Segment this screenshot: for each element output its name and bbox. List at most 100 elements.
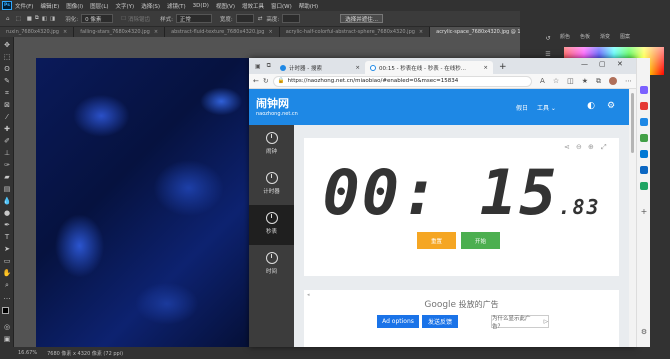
zoom-level[interactable]: 16.67% <box>18 350 37 356</box>
close-icon[interactable]: × <box>63 29 67 35</box>
marquee-tool-icon[interactable]: ⬚ <box>2 53 12 62</box>
menu-layer[interactable]: 图层(L) <box>90 2 108 10</box>
back-icon[interactable]: ← <box>253 77 259 85</box>
doc-tab[interactable]: abstract-fluid-texture_7680x4320.jpg × <box>165 27 280 37</box>
marquee-tool-icon[interactable]: ⬚ <box>16 16 21 22</box>
menu-file[interactable]: 文件(F) <box>15 2 33 10</box>
shopping-icon[interactable] <box>640 102 648 110</box>
hand-tool-icon[interactable]: ✋ <box>2 269 12 278</box>
sidebar-item-time[interactable]: 时间 <box>249 245 294 285</box>
close-icon[interactable]: × <box>355 65 360 71</box>
theme-toggle-icon[interactable]: ◐ <box>586 101 596 111</box>
lock-icon[interactable]: 🔒 <box>278 78 285 84</box>
tab-actions-icon[interactable]: ⧉ <box>267 62 271 70</box>
ad-options-button[interactable]: Ad options <box>377 315 419 328</box>
swap-icon[interactable]: ⇄ <box>258 16 263 22</box>
tab-swatches[interactable]: 色板 <box>580 33 590 40</box>
tab-patterns[interactable]: 图案 <box>620 33 630 40</box>
pen-tool-icon[interactable]: ✒ <box>2 221 12 230</box>
start-button[interactable]: 开始 <box>461 232 500 249</box>
close-icon[interactable]: × <box>268 29 272 35</box>
more-icon[interactable]: ⋯ <box>625 77 632 85</box>
doc-tab[interactable]: ruxin_7680x4320.jpg × <box>0 27 75 37</box>
menu-type[interactable]: 文字(Y) <box>116 2 135 10</box>
add-icon[interactable]: + <box>640 208 648 216</box>
tab-gradients[interactable]: 渐变 <box>600 33 610 40</box>
lasso-tool-icon[interactable]: ʘ <box>2 65 12 74</box>
close-icon[interactable]: × <box>419 29 423 35</box>
zoom-tool-icon[interactable]: ⌕ <box>2 281 12 290</box>
collections-icon[interactable]: ⧉ <box>596 77 601 86</box>
avatar[interactable] <box>609 77 617 85</box>
intersect-selection-icon[interactable]: ◨ <box>50 16 55 22</box>
close-window-icon[interactable]: ✕ <box>617 60 623 68</box>
type-tool-icon[interactable]: T <box>2 233 12 242</box>
subtract-selection-icon[interactable]: ◧ <box>42 16 47 22</box>
office-icon[interactable] <box>640 150 648 158</box>
doc-tab[interactable]: acrylic-half-colorful-abstract-sphere_76… <box>279 27 431 37</box>
scrollbar-thumb[interactable] <box>631 93 634 153</box>
send-feedback-button[interactable]: 发送反馈 <box>422 315 458 328</box>
favorites-icon[interactable]: ★ <box>582 77 588 85</box>
favorite-icon[interactable]: ☆ <box>553 77 559 85</box>
fullscreen-icon[interactable]: ⤢ <box>601 143 607 152</box>
maximize-icon[interactable]: ▢ <box>599 60 606 68</box>
read-aloud-icon[interactable]: A <box>540 77 545 85</box>
browser-tab[interactable]: 计时器 - 搜索 × <box>275 61 365 74</box>
menu-3d[interactable]: 3D(D) <box>193 3 209 9</box>
minimize-icon[interactable]: — <box>581 60 588 68</box>
reset-button[interactable]: 重置 <box>417 232 456 249</box>
menu-select[interactable]: 选择(S) <box>141 2 160 10</box>
feather-input[interactable]: 0 像素 <box>81 14 114 23</box>
refresh-icon[interactable]: ↻ <box>263 77 269 85</box>
games-icon[interactable] <box>640 134 648 142</box>
add-selection-icon[interactable]: ⧉ <box>35 15 39 22</box>
height-input[interactable] <box>282 14 301 23</box>
url-input[interactable]: 🔒 https://naozhong.net.cn/miaobiao/#enab… <box>272 75 533 87</box>
healing-brush-icon[interactable]: ✚ <box>2 125 12 134</box>
screen-mode-icon[interactable]: ▣ <box>2 335 12 344</box>
brush-tool-icon[interactable]: ✐ <box>2 137 12 146</box>
settings-gear-icon[interactable]: ⚙ <box>606 101 616 111</box>
why-this-ad-button[interactable]: 为什么显示此广告？ ▷ <box>491 315 549 330</box>
dodge-tool-icon[interactable]: ● <box>2 209 12 218</box>
shape-tool-icon[interactable]: ▭ <box>2 257 12 266</box>
close-icon[interactable]: × <box>154 29 158 35</box>
antialias-checkbox[interactable]: ☐ <box>121 16 126 22</box>
foreground-color-swatch[interactable] <box>2 307 9 314</box>
new-tab-icon[interactable]: + <box>499 62 507 72</box>
menu-edit[interactable]: 编辑(E) <box>40 2 59 10</box>
style-select[interactable]: 正常 <box>175 14 212 23</box>
frame-tool-icon[interactable]: ⊠ <box>2 101 12 110</box>
select-and-mask-button[interactable]: 选择并遮住... <box>340 14 383 23</box>
sidebar-item-stopwatch[interactable]: 秒表 <box>249 205 294 245</box>
tab-color[interactable]: 颜色 <box>560 33 570 40</box>
menu-view[interactable]: 视图(V) <box>216 2 235 10</box>
site-logo[interactable]: 闹钟网 <box>256 95 289 111</box>
width-input[interactable] <box>235 14 254 23</box>
nav-tools[interactable]: 工具 ⌄ <box>537 103 556 112</box>
crop-tool-icon[interactable]: ⌗ <box>2 89 12 98</box>
history-panel-icon[interactable]: ↺ <box>544 35 552 43</box>
blur-tool-icon[interactable]: 💧 <box>2 197 12 206</box>
canvas-image[interactable] <box>36 58 254 347</box>
menu-image[interactable]: 图像(I) <box>66 2 83 10</box>
eyedropper-icon[interactable]: ⁄ <box>2 113 12 122</box>
sidebar-item-alarm[interactable]: 闹钟 <box>249 125 294 165</box>
quick-select-icon[interactable]: ✎ <box>2 77 12 86</box>
menu-filter[interactable]: 滤镜(T) <box>167 2 186 10</box>
move-tool-icon[interactable]: ✥ <box>2 41 12 50</box>
menu-window[interactable]: 窗口(W) <box>271 2 292 10</box>
menu-help[interactable]: 帮助(H) <box>299 2 318 10</box>
zoom-out-icon[interactable]: ⊖ <box>576 143 582 151</box>
nav-holidays[interactable]: 假日 <box>516 103 528 112</box>
path-select-icon[interactable]: ➤ <box>2 245 12 254</box>
close-icon[interactable]: × <box>483 65 488 71</box>
share-icon[interactable]: ⋖ <box>564 143 570 151</box>
tools-icon[interactable] <box>640 118 648 126</box>
eraser-tool-icon[interactable]: ▰ <box>2 173 12 182</box>
workspaces-icon[interactable]: ▣ <box>255 63 261 70</box>
doc-tab[interactable]: falling-stars_7680x4320.jpg × <box>74 27 166 37</box>
stamp-tool-icon[interactable]: ⊥ <box>2 149 12 158</box>
new-selection-icon[interactable]: ■ <box>27 16 32 22</box>
